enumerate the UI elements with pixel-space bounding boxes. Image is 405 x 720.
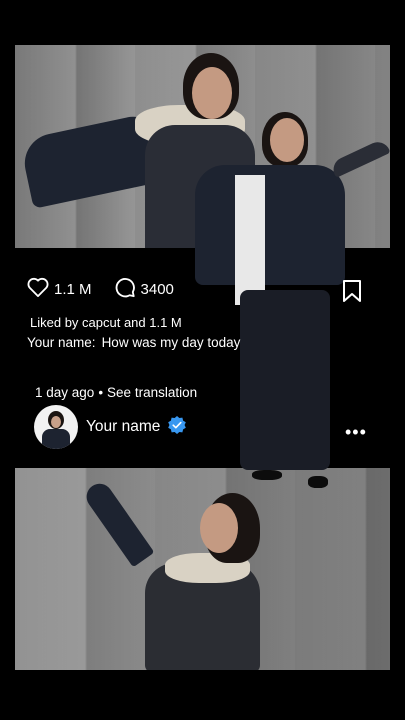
liked-by-text[interactable]: Liked by capcut and 1.1 M [30, 315, 182, 330]
post-photo-bottom [15, 468, 390, 670]
avatar[interactable] [34, 405, 78, 449]
caption: Your name: How was my day today [27, 335, 240, 350]
comment-button[interactable]: 3400 [114, 276, 174, 302]
like-count: 1.1 M [54, 280, 92, 298]
caption-text: How was my day today [101, 335, 241, 350]
comment-count: 3400 [140, 280, 174, 298]
comment-bubble-icon[interactable] [114, 276, 136, 302]
profile-row[interactable]: Your name [34, 405, 187, 449]
username[interactable]: Your name [86, 418, 160, 436]
verified-badge-icon [168, 415, 187, 439]
like-button[interactable]: 1.1 M [27, 277, 92, 301]
separator-dot: • [98, 385, 104, 400]
caption-username[interactable]: Your name: [27, 335, 96, 350]
model-arm [81, 478, 155, 568]
see-translation-link[interactable]: See translation [107, 385, 197, 400]
more-dots-icon[interactable]: ••• [345, 422, 367, 443]
heart-icon[interactable] [27, 277, 49, 301]
model-face [192, 67, 232, 119]
post-time: 1 day ago [35, 385, 95, 400]
model-face [200, 503, 238, 553]
post-meta: 1 day ago • See translation [35, 385, 197, 400]
bookmark-icon[interactable] [342, 280, 362, 307]
action-bar: 1.1 M 3400 [27, 276, 188, 302]
